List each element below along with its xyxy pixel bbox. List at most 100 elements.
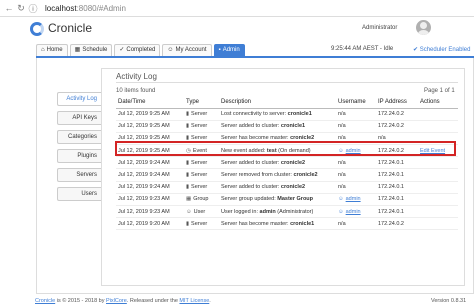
tab-admin[interactable]: ▪ Admin <box>213 44 245 56</box>
lock-icon: ▪ <box>218 47 221 53</box>
tab-schedule[interactable]: ▦ Schedule <box>69 44 113 56</box>
table-header-row: Date/Time Type Description Username IP A… <box>116 96 458 109</box>
cell-date: Jul 12, 2019 9:24 AM <box>116 181 184 194</box>
reload-icon[interactable]: ↻ <box>15 3 27 14</box>
info-icon[interactable]: ⓘ <box>27 2 39 15</box>
subtab-activity-log[interactable]: Activity Log <box>57 92 101 106</box>
cell-actions <box>418 156 458 170</box>
desc-text: User logged in: <box>221 208 260 215</box>
type-label: Server <box>191 159 208 166</box>
cell-ip: 172.24.0.1 <box>376 181 418 194</box>
desc-text: Server removed from cluster: <box>221 172 294 179</box>
url-host: localhost <box>45 3 77 13</box>
desc-target: cronicle2 <box>293 172 318 179</box>
table-row: Jul 12, 2019 9:20 AM ▮ Server Server has be… <box>116 217 458 231</box>
tab-my-account[interactable]: ☺ My Account <box>162 44 212 56</box>
username: n/a <box>338 184 346 191</box>
cell-ip: 172.24.0.2 <box>376 108 418 121</box>
subtab-users[interactable]: Users <box>57 187 101 201</box>
subtab-api-keys[interactable]: API Keys <box>57 111 101 125</box>
cell-ip: 172.24.0.1 <box>376 156 418 170</box>
cell-actions <box>418 205 458 219</box>
column-header: IP Address <box>376 96 418 109</box>
title-divider <box>116 82 458 83</box>
version-label: Version 0.8.31 <box>431 298 467 304</box>
user-icon: ☺ <box>338 208 344 215</box>
cell-actions <box>418 217 458 231</box>
cell-username: ☺ admin <box>336 193 376 207</box>
table-row: Jul 12, 2019 9:24 AM ▮ Server Server added … <box>116 156 458 170</box>
main-tabs: ⌂ Home ▦ Schedule ✓ Completed ☺ My Account ▪… <box>36 44 245 56</box>
cell-ip: 172.24.0.2 <box>376 217 418 231</box>
user-name[interactable]: Administrator <box>362 25 397 31</box>
cell-ip: 172.24.0.1 <box>376 193 418 207</box>
cell-description: Server removed from cluster: cronicle2 <box>219 168 336 182</box>
check-icon: ✓ <box>119 47 125 53</box>
cronicle-logo-icon <box>30 22 44 36</box>
cell-actions <box>418 120 458 133</box>
avatar[interactable] <box>416 20 431 35</box>
cell-description: Server group updated: Master Group <box>219 193 336 207</box>
cell-type: ▮ Server <box>184 108 219 121</box>
cell-date: Jul 12, 2019 9:24 AM <box>116 156 184 170</box>
type-label: Server <box>191 172 208 179</box>
cell-description: Server has become master: cronicle1 <box>219 217 336 231</box>
check-icon: ✔ <box>413 47 420 53</box>
cell-description: Server added to cluster: cronicle2 <box>219 156 336 170</box>
desc-target: Master Group <box>277 196 314 203</box>
url-path: :8080/#Admin <box>76 3 126 13</box>
cell-description: Server added to cluster: cronicle2 <box>219 181 336 194</box>
footer-text: . <box>209 298 211 304</box>
highlight-box <box>115 141 456 156</box>
subtab-plugins[interactable]: Plugins <box>57 149 101 163</box>
footer: Cronicle is © 2015 - 2018 by PixlCore. R… <box>35 298 211 304</box>
username-link[interactable]: admin <box>346 196 361 202</box>
url-bar[interactable]: localhost:8080/#Admin <box>45 4 126 13</box>
arrow-left-icon[interactable]: ← <box>3 3 15 13</box>
subtab-categories[interactable]: Categories <box>57 130 101 144</box>
desc-target: cronicle2 <box>280 184 306 191</box>
server-icon: ▮ <box>186 159 190 166</box>
user-icon: ☺ <box>338 196 344 203</box>
cell-date: Jul 12, 2019 9:25 AM <box>116 120 184 133</box>
user-icon: ☺ <box>186 208 192 215</box>
cell-actions <box>418 108 458 121</box>
username: n/a <box>338 111 346 118</box>
cell-type: ▮ Server <box>184 120 219 133</box>
tab-completed[interactable]: ✓ Completed <box>114 44 161 56</box>
footer-company-link[interactable]: PixlCore <box>106 298 127 304</box>
cell-date: Jul 12, 2019 9:25 AM <box>116 108 184 121</box>
desc-text: Server group updated: <box>221 196 278 203</box>
calendar-icon: ▦ <box>74 47 81 53</box>
footer-license-link[interactable]: MIT License <box>179 298 209 304</box>
cell-username: n/a <box>336 217 376 231</box>
column-header: Username <box>336 96 376 109</box>
desc-target: admin <box>259 208 276 215</box>
admin-subnav: Activity Log API Keys Categories Plugins… <box>57 92 101 206</box>
cell-actions <box>418 181 458 194</box>
cell-date: Jul 12, 2019 9:20 AM <box>116 217 184 231</box>
tab-home[interactable]: ⌂ Home <box>36 44 68 56</box>
app-header: Cronicle Administrator <box>0 18 474 42</box>
footer-text: . Released under the <box>126 298 180 304</box>
column-header: Type <box>184 96 219 109</box>
table-row: Jul 12, 2019 9:23 AM ▦ Group Server group u… <box>116 193 458 207</box>
cell-date: Jul 12, 2019 9:24 AM <box>116 168 184 182</box>
tab-label: Completed <box>126 47 156 53</box>
subtab-servers[interactable]: Servers <box>57 168 101 182</box>
cell-date: Jul 12, 2019 9:23 AM <box>116 205 184 219</box>
cell-description: Lost connectivity to server: cronicle1 <box>219 108 336 121</box>
desc-target: cronicle1 <box>287 111 312 118</box>
desc-text: Server added to cluster: <box>221 123 281 130</box>
tab-label: Home <box>46 47 63 53</box>
server-icon: ▮ <box>186 220 190 227</box>
desc-text: Lost connectivity to server: <box>221 111 288 118</box>
type-label: Server <box>191 184 208 191</box>
username-link[interactable]: admin <box>346 209 361 215</box>
footer-brand-link[interactable]: Cronicle <box>35 298 55 304</box>
scheduler-toggle[interactable]: ✔ Scheduler Enabled <box>413 46 470 53</box>
type-label: Server <box>191 123 208 130</box>
activity-log-table: Date/Time Type Description Username IP A… <box>116 96 458 231</box>
cell-type: ▮ Server <box>184 168 219 182</box>
cell-actions <box>418 168 458 182</box>
